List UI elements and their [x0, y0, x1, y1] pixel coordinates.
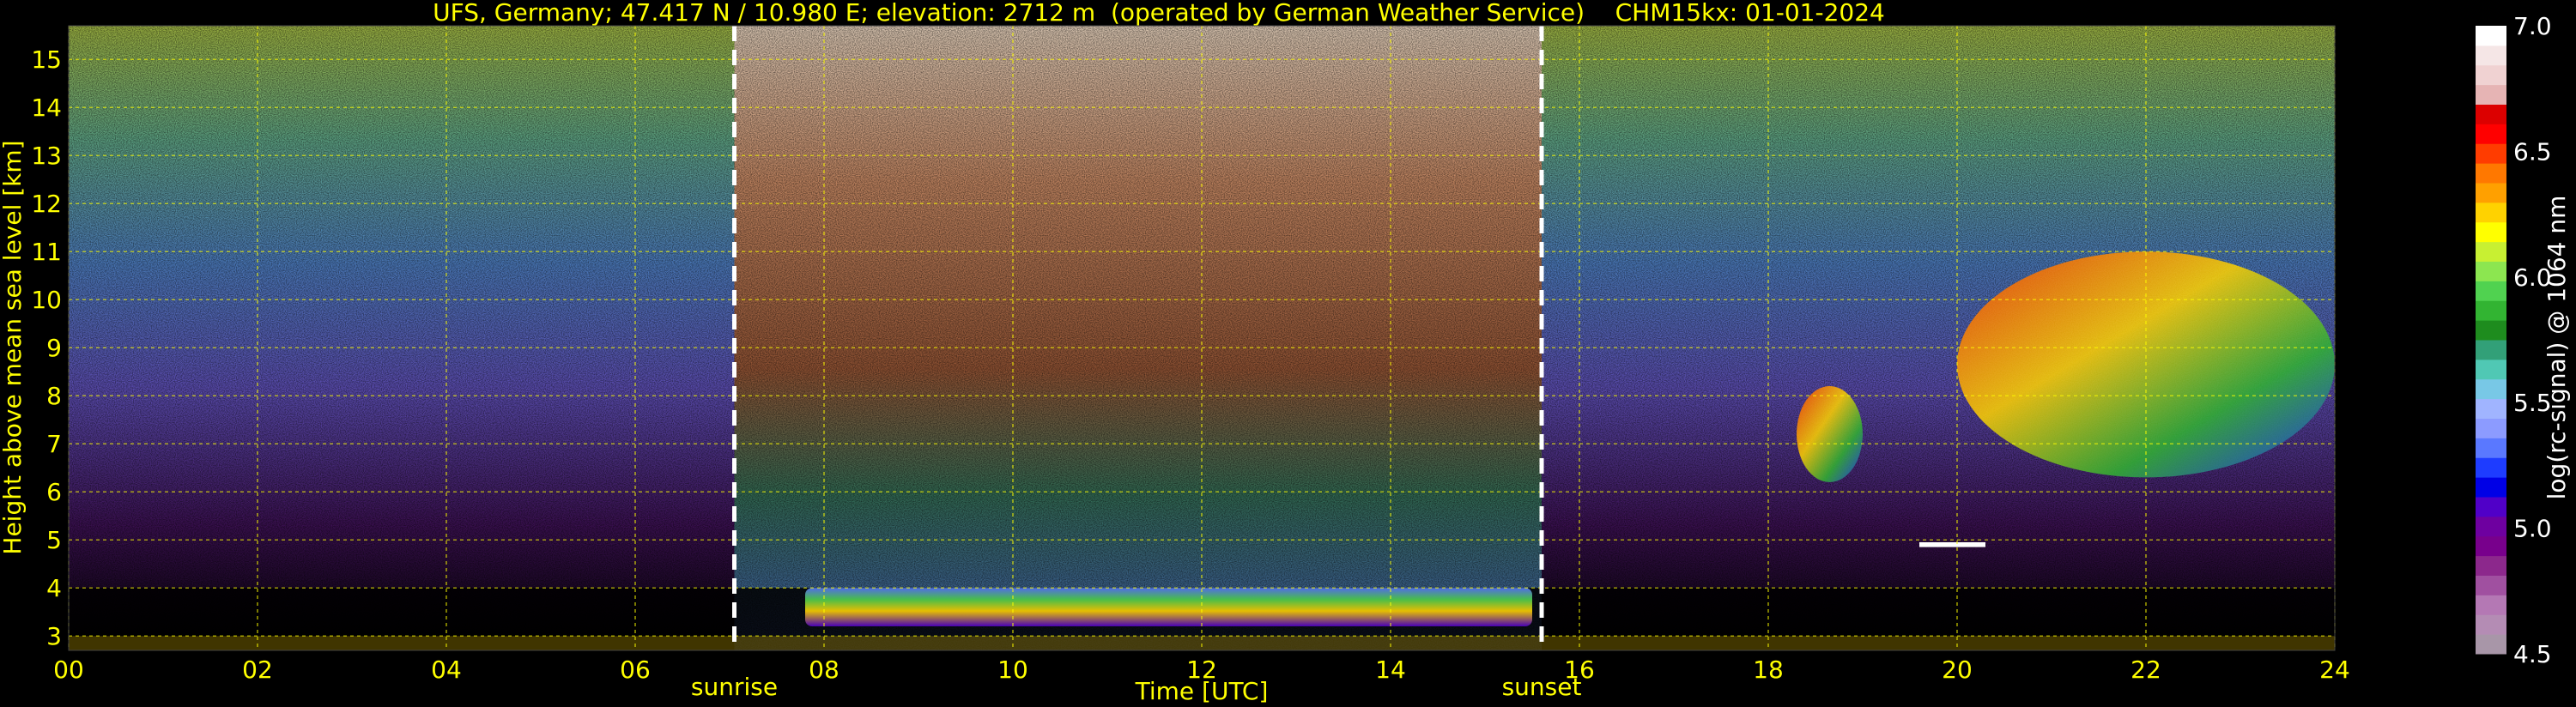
colorbar-segment: [2476, 359, 2506, 380]
y-tick-label: 7: [46, 430, 62, 458]
colorbar-segment: [2476, 457, 2506, 478]
y-tick-label: 14: [31, 94, 62, 122]
colorbar-segment: [2476, 378, 2506, 400]
colorbar-segment: [2476, 261, 2506, 281]
colorbar-segment: [2476, 497, 2506, 517]
y-tick-label: 3: [46, 622, 62, 650]
y-tick-label: 12: [31, 190, 62, 218]
colorbar-segment: [2476, 320, 2506, 341]
colorbar-segment: [2476, 575, 2506, 595]
colorbar-segment: [2476, 516, 2506, 537]
x-tick-label: 04: [431, 656, 462, 684]
colorbar-segment: [2476, 438, 2506, 458]
x-tick-label: 14: [1375, 656, 1406, 684]
y-tick-label: 6: [46, 478, 62, 506]
colorbar-segment: [2476, 300, 2506, 321]
y-tick-label: 4: [46, 574, 62, 602]
y-tick-label: 10: [31, 286, 62, 314]
marker-label-sunrise: sunrise: [691, 673, 778, 701]
colorbar: [2476, 26, 2506, 655]
colorbar-segment: [2476, 163, 2506, 184]
colorbar-segment: [2476, 202, 2506, 223]
x-axis-label: Time [UTC]: [1135, 677, 1269, 705]
colorbar-segment: [2476, 104, 2506, 124]
colorbar-segment: [2476, 634, 2506, 655]
colorbar-segment: [2476, 614, 2506, 635]
colorbar-tick-label: 7.0: [2513, 12, 2552, 40]
colorbar-segment: [2476, 64, 2506, 86]
x-tick-label: 22: [2131, 656, 2161, 684]
x-tick-label: 18: [1753, 656, 1784, 684]
colorbar-segment: [2476, 595, 2506, 615]
x-tick-label: 02: [242, 656, 273, 684]
colorbar-segment: [2476, 84, 2506, 105]
y-tick-label: 11: [31, 238, 62, 266]
colorbar-tick-label: 6.5: [2513, 137, 2552, 166]
y-axis-label: Height above mean sea level [km]: [0, 140, 27, 554]
y-tick-label: 5: [46, 526, 62, 554]
x-tick-label: 24: [2319, 656, 2350, 684]
x-tick-label: 08: [809, 656, 839, 684]
colorbar-segment: [2476, 183, 2506, 203]
colorbar-tick-label: 5.0: [2513, 515, 2552, 543]
chart-title: UFS, Germany; 47.417 N / 10.980 E; eleva…: [433, 0, 1885, 27]
colorbar-segment: [2476, 124, 2506, 144]
x-tick-label: 10: [997, 656, 1028, 684]
x-tick-label: 16: [1564, 656, 1595, 684]
colorbar-segment: [2476, 143, 2506, 164]
y-tick-label: 8: [46, 382, 62, 410]
x-tick-label: 00: [53, 656, 84, 684]
feature-thin-layer: [1919, 542, 1985, 547]
colorbar-segment: [2476, 418, 2506, 438]
y-tick-label: 9: [46, 334, 62, 362]
colorbar-segment: [2476, 340, 2506, 360]
colorbar-segment: [2476, 535, 2506, 557]
y-axis-ticks: 3 4 5 6 7 8 9 10 11 12 13 14 15: [31, 45, 62, 650]
y-tick-label: 15: [31, 45, 62, 74]
colorbar-label: log(rc-signal) @ 1064 nm: [2543, 196, 2571, 500]
x-tick-label: 06: [620, 656, 651, 684]
colorbar-segment: [2476, 555, 2506, 576]
colorbar-segment: [2476, 45, 2506, 66]
colorbar-segment: [2476, 221, 2506, 243]
colorbar-tick-label: 4.5: [2513, 640, 2552, 668]
ceilometer-chart: sunrise sunset 00 02 04 06 08 10 12 14 16 18 20 22 24…: [0, 0, 2571, 705]
colorbar-segment: [2476, 241, 2506, 262]
feature-boundary-layer: [805, 588, 1532, 626]
y-tick-label: 13: [31, 142, 62, 170]
feature-cloud: [1797, 386, 1863, 482]
colorbar-segment: [2476, 281, 2506, 301]
colorbar-segment: [2476, 477, 2506, 498]
colorbar-segment: [2476, 398, 2506, 419]
colorbar-segment: [2476, 26, 2506, 46]
x-tick-label: 20: [1942, 656, 1973, 684]
